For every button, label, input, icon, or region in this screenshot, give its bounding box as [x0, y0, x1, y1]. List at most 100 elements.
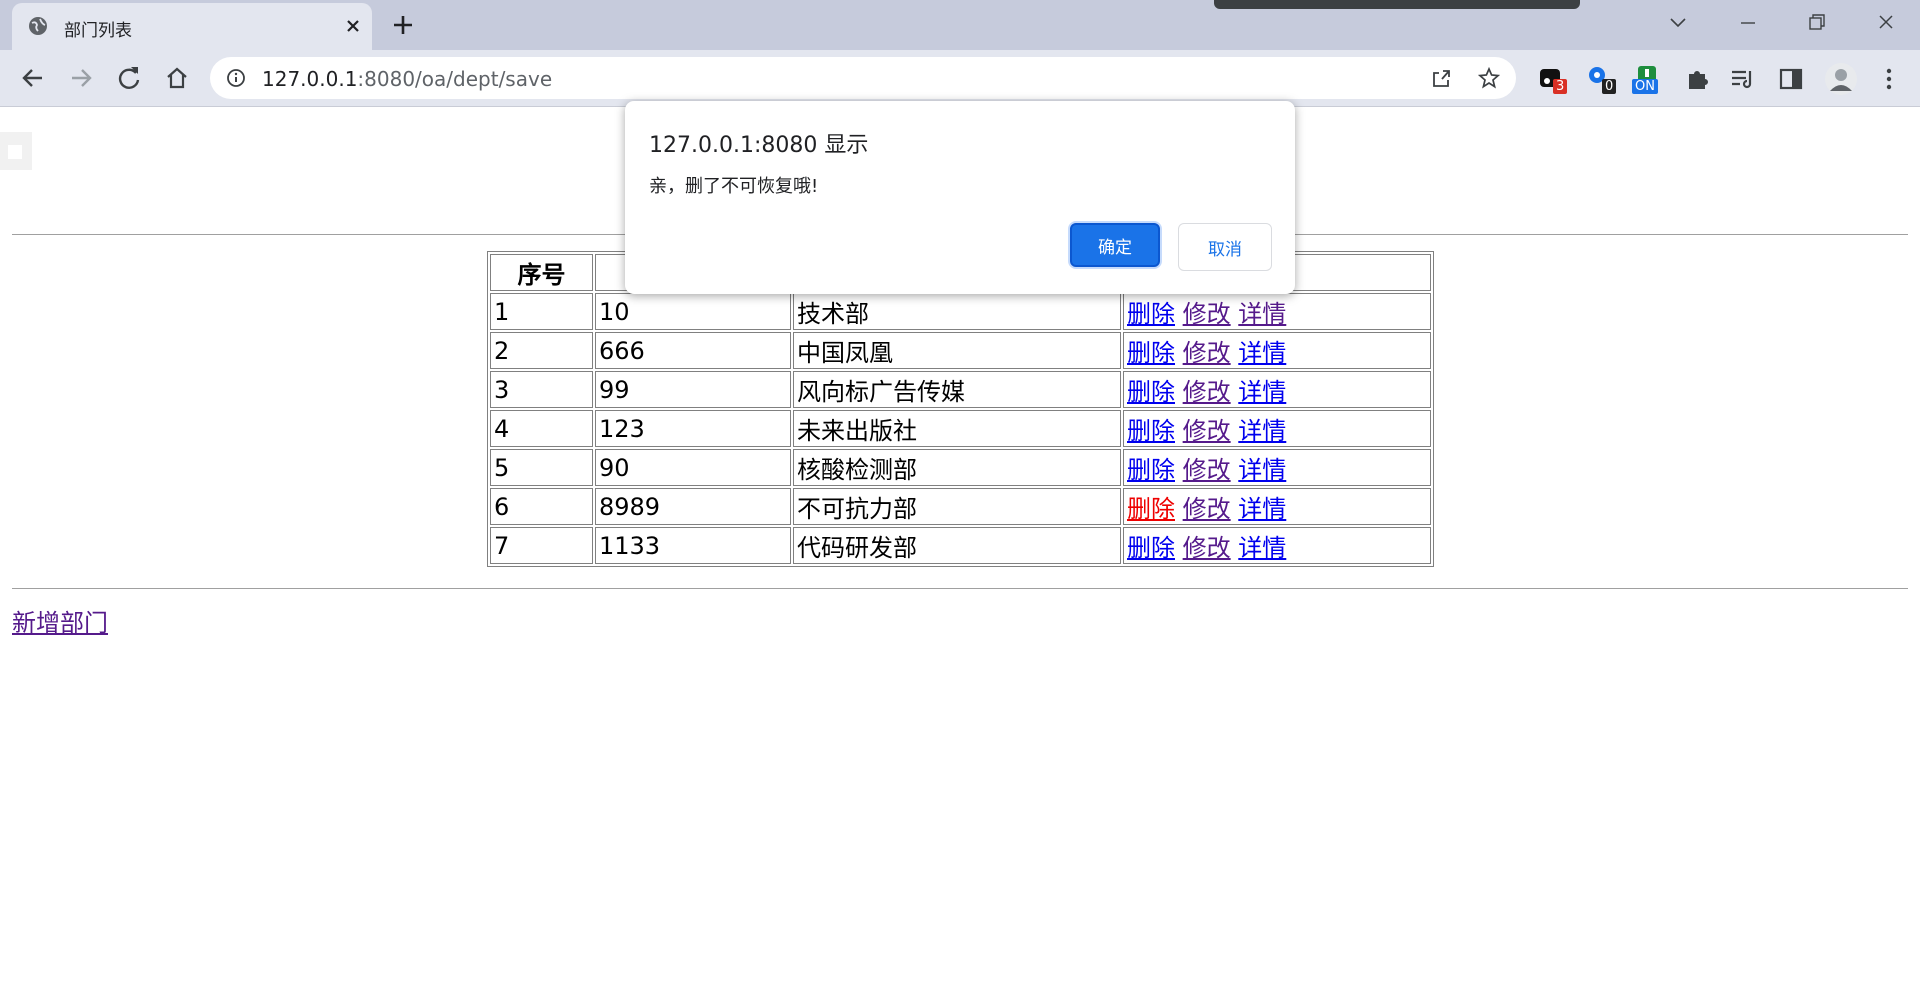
bookmark-star-icon[interactable] — [1478, 67, 1500, 89]
detail-link[interactable]: 详情 — [1238, 456, 1286, 484]
edit-link[interactable]: 修改 — [1183, 495, 1231, 523]
share-icon[interactable] — [1430, 67, 1452, 89]
delete-link[interactable]: 删除 — [1127, 339, 1175, 367]
table-row: 4 123 未来出版社 删除 修改 详情 — [490, 410, 1431, 447]
dialog-message: 亲，删了不可恢复哦! — [649, 176, 819, 197]
detail-link[interactable]: 详情 — [1238, 495, 1286, 523]
cell-deptno: 99 — [595, 371, 791, 408]
detail-link[interactable]: 详情 — [1238, 417, 1286, 445]
address-bar[interactable]: 127.0.0.1:8080/oa/dept/save — [210, 57, 1516, 99]
edit-link[interactable]: 修改 — [1183, 417, 1231, 445]
browser-tab[interactable]: 部门列表 — [12, 3, 372, 50]
cancel-button[interactable]: 取消 — [1178, 223, 1272, 271]
close-window-icon[interactable] — [1866, 10, 1906, 36]
ok-button[interactable]: 确定 — [1070, 223, 1160, 267]
cell-deptno: 1133 — [595, 527, 791, 564]
site-info-icon[interactable] — [226, 68, 246, 88]
detail-link[interactable]: 详情 — [1238, 534, 1286, 562]
menu-kebab-icon[interactable] — [1874, 64, 1904, 94]
cell-actions: 删除 修改 详情 — [1123, 527, 1431, 564]
new-tab-icon[interactable] — [390, 12, 416, 38]
bottom-divider — [12, 588, 1908, 589]
cell-dname: 风向标广告传媒 — [793, 371, 1121, 408]
cell-deptno: 123 — [595, 410, 791, 447]
cell-index: 5 — [490, 449, 593, 486]
back-icon[interactable] — [18, 63, 48, 93]
delete-link[interactable]: 删除 — [1127, 456, 1175, 484]
forward-icon[interactable] — [66, 63, 96, 93]
cell-index: 3 — [490, 371, 593, 408]
table-row: 3 99 风向标广告传媒 删除 修改 详情 — [490, 371, 1431, 408]
delete-link[interactable]: 删除 — [1127, 417, 1175, 445]
cell-deptno: 8989 — [595, 488, 791, 525]
detail-link[interactable]: 详情 — [1238, 378, 1286, 406]
extension-1-icon[interactable]: 3 — [1537, 64, 1568, 94]
globe-icon — [29, 17, 47, 35]
page-checkbox[interactable] — [0, 132, 32, 170]
restore-icon[interactable] — [1796, 10, 1836, 36]
department-table: 序号 1 10 技术部 删除 修改 详情 2 666 中国凤凰 删除 修改 详情… — [487, 251, 1434, 567]
delete-link[interactable]: 删除 — [1127, 534, 1175, 562]
tab-search-icon[interactable] — [1658, 10, 1698, 36]
cell-dname: 代码研发部 — [793, 527, 1121, 564]
ext-3-badge: ON — [1632, 79, 1658, 94]
cell-dname: 不可抗力部 — [793, 488, 1121, 525]
cell-index: 7 — [490, 527, 593, 564]
alert-dialog: 127.0.0.1:8080 显示 亲，删了不可恢复哦! 确定 取消 — [625, 101, 1295, 294]
ext-2-badge: 0 — [1602, 79, 1617, 94]
minimize-icon[interactable] — [1728, 10, 1768, 36]
reload-icon[interactable] — [114, 63, 144, 93]
cell-deptno: 666 — [595, 332, 791, 369]
cell-index: 1 — [490, 293, 593, 330]
table-row: 6 8989 不可抗力部 删除 修改 详情 — [490, 488, 1431, 525]
delete-link[interactable]: 删除 — [1127, 378, 1175, 406]
detail-link[interactable]: 详情 — [1238, 339, 1286, 367]
cell-actions: 删除 修改 详情 — [1123, 293, 1431, 330]
table-row: 5 90 核酸检测部 删除 修改 详情 — [490, 449, 1431, 486]
extension-2-icon[interactable]: 0 — [1586, 64, 1617, 94]
edit-link[interactable]: 修改 — [1183, 534, 1231, 562]
cell-dname: 未来出版社 — [793, 410, 1121, 447]
home-icon[interactable] — [162, 63, 192, 93]
edit-link[interactable]: 修改 — [1183, 378, 1231, 406]
edit-link[interactable]: 修改 — [1183, 456, 1231, 484]
delete-link[interactable]: 删除 — [1127, 495, 1175, 523]
table-row: 1 10 技术部 删除 修改 详情 — [490, 293, 1431, 330]
side-panel-icon[interactable] — [1776, 64, 1806, 94]
extensions-puzzle-icon[interactable] — [1683, 64, 1713, 94]
extension-3-icon[interactable]: ON — [1632, 64, 1662, 94]
cell-deptno: 10 — [595, 293, 791, 330]
tab-strip: 部门列表 — [0, 0, 1920, 50]
url-host: 127.0.0.1 — [262, 67, 358, 91]
cell-deptno: 90 — [595, 449, 791, 486]
profile-pill — [1214, 0, 1580, 9]
header-index: 序号 — [490, 254, 593, 291]
cell-dname: 技术部 — [793, 293, 1121, 330]
delete-link[interactable]: 删除 — [1127, 300, 1175, 328]
detail-link[interactable]: 详情 — [1238, 300, 1286, 328]
cell-actions: 删除 修改 详情 — [1123, 410, 1431, 447]
cell-actions: 删除 修改 详情 — [1123, 371, 1431, 408]
cell-actions: 删除 修改 详情 — [1123, 449, 1431, 486]
cell-actions: 删除 修改 详情 — [1123, 332, 1431, 369]
browser-toolbar: 127.0.0.1:8080/oa/dept/save 3 0 ON — [0, 50, 1920, 107]
add-department-link[interactable]: 新增部门 — [12, 603, 108, 638]
cell-actions: 删除 修改 详情 — [1123, 488, 1431, 525]
table-row: 7 1133 代码研发部 删除 修改 详情 — [490, 527, 1431, 564]
dialog-title: 127.0.0.1:8080 显示 — [649, 133, 869, 158]
avatar[interactable] — [1824, 62, 1858, 96]
cell-index: 6 — [490, 488, 593, 525]
url-path: :8080/oa/dept/save — [357, 67, 553, 91]
tab-title: 部门列表 — [64, 21, 132, 41]
edit-link[interactable]: 修改 — [1183, 339, 1231, 367]
cell-index: 2 — [490, 332, 593, 369]
reading-list-icon[interactable] — [1728, 64, 1758, 94]
cell-dname: 核酸检测部 — [793, 449, 1121, 486]
ext-1-badge: 3 — [1553, 79, 1568, 94]
edit-link[interactable]: 修改 — [1183, 300, 1231, 328]
cell-index: 4 — [490, 410, 593, 447]
cell-dname: 中国凤凰 — [793, 332, 1121, 369]
close-tab-icon[interactable] — [342, 15, 364, 37]
url-text[interactable]: 127.0.0.1:8080/oa/dept/save — [262, 67, 552, 91]
table-row: 2 666 中国凤凰 删除 修改 详情 — [490, 332, 1431, 369]
